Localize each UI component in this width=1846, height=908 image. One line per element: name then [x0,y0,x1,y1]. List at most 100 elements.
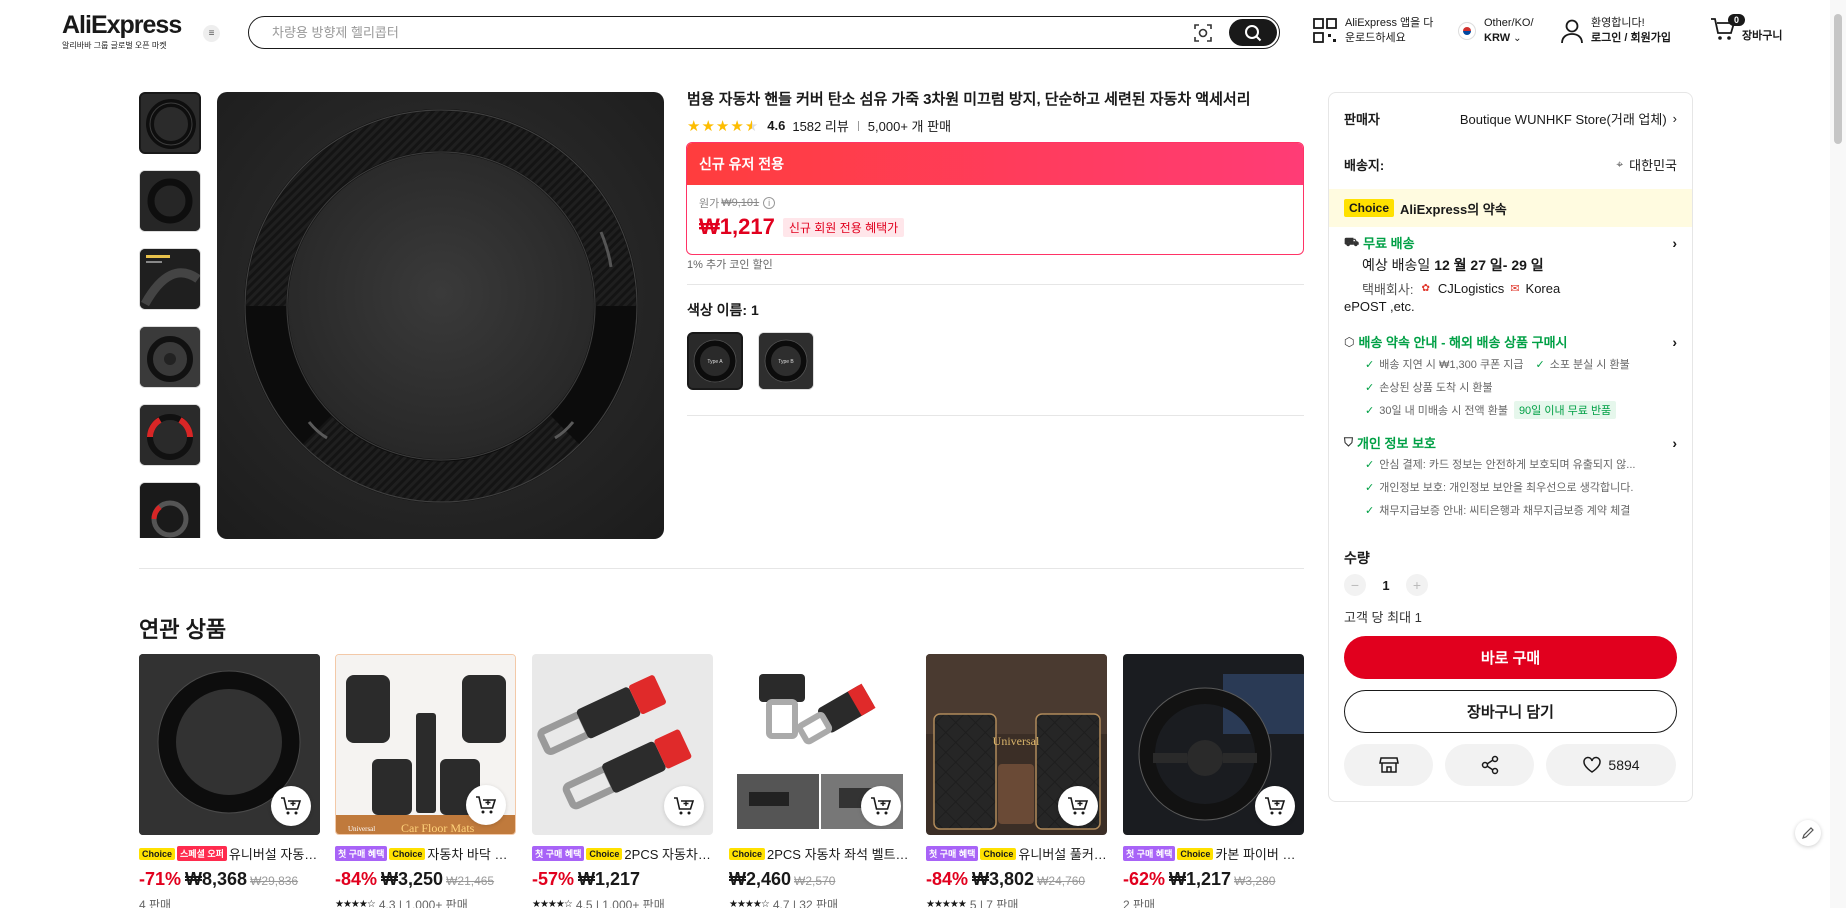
color-swatch-2[interactable]: Type B [758,332,814,390]
thumbnail-1[interactable] [139,92,201,154]
price-tag: 신규 회원 전용 혜택가 [782,217,905,237]
add-to-cart-button[interactable] [664,786,704,826]
privacy-1: 안심 결제: 카드 정보는 안전하게 보호되며 유출되지 않... [1379,459,1636,471]
coin-discount-note: 1% 추가 코인 할인 [687,259,773,271]
thumbnail-2[interactable] [139,170,201,232]
logo-text: AliExpress [62,11,182,39]
add-to-cart-button[interactable] [1058,786,1098,826]
product-meta: 5 | 7 판매 [969,898,1019,908]
image-search-icon[interactable] [1193,23,1213,43]
related-product-card[interactable]: Universal 첫 구매 혜택 Choice 유니버설 풀커버 바닥 매트 … [926,654,1107,908]
app-line-2: 운로드하세요 [1345,32,1406,44]
product-name[interactable]: 자동차 바닥 매트 [427,844,516,863]
ship-to-country: 대한민국 [1629,158,1677,173]
account-menu[interactable]: 환영합니다! 로그인 / 회원가입 [1560,16,1671,46]
product-meta: 4 판매 [139,898,172,908]
price: ₩8,368 [185,869,248,889]
mini-stars: ★★★★☆ [729,899,770,908]
first-purchase-tag: 첫 구매 혜택 [1123,846,1176,861]
cart-plus-icon [1068,797,1089,815]
color-label: 색상 이름: 1 [687,302,759,318]
increase-button[interactable]: + [1406,574,1428,596]
product-name[interactable]: 카본 파이버 핸들 커버 [1215,844,1304,863]
add-to-cart-button[interactable] [466,785,506,825]
divider [687,415,1304,416]
carrier-2: Korea [1525,281,1561,296]
choice-tag: Choice [586,847,623,860]
rating-value: 4.6 [767,118,786,133]
chevron-right-icon: › [1672,434,1677,451]
discount: -62% [1123,869,1166,889]
free-shipping-row[interactable]: ⛟ 무료 배송 › [1344,233,1677,252]
category-menu-icon[interactable]: ≡ [203,25,220,42]
product-name[interactable]: 2PCS 자동차 안전벨트 [624,844,713,863]
product-image[interactable] [532,654,713,835]
quantity-value[interactable]: 1 [1366,578,1406,593]
store-button[interactable] [1344,744,1433,786]
related-product-card[interactable]: Universal Car Floor Mats 첫 구매 혜택 Choice … [335,654,516,908]
thumbnail-5[interactable] [139,404,201,466]
add-to-cart-button[interactable] [1255,786,1295,826]
wishlist-count: 5894 [1608,757,1640,773]
product-image[interactable]: Universal [926,654,1107,835]
wishlist-button[interactable]: 5894 [1546,744,1676,786]
thumbnail-3[interactable] [139,248,201,310]
choice-tag: Choice [139,847,176,860]
old-price: ₩3,280 [1234,874,1276,888]
old-price: ₩2,570 [794,874,836,888]
add-to-cart-button[interactable] [271,786,311,826]
mini-stars: ★★★★☆ [335,899,376,908]
thumbnail-6[interactable] [139,482,201,538]
color-swatch-1[interactable]: Type A [687,332,743,390]
related-product-card[interactable]: Choice 2PCS 자동차 좌석 벨트 클립 ₩2,460 ₩2,570 ★… [729,654,910,908]
share-icon [1481,755,1498,775]
search-input[interactable] [249,25,1193,40]
product-image[interactable]: Universal Car Floor Mats [335,654,516,835]
region-selector[interactable]: Other/KO/ KRW ⌄ [1458,16,1534,46]
thumbnail-4[interactable] [139,326,201,388]
product-name[interactable]: 2PCS 자동차 좌석 벨트 클립 [767,844,910,863]
product-image[interactable] [139,654,320,835]
login-signup-link[interactable]: 로그인 / 회원가입 [1591,32,1671,44]
product-image[interactable] [729,654,910,835]
choice-tag: Choice [980,847,1017,860]
product-name[interactable]: 유니버설 풀커버 바닥 매트 [1018,844,1107,863]
ship-to-row[interactable]: 배송지: ⌖ 대한민국 [1344,155,1677,174]
share-button[interactable] [1445,744,1534,786]
welcome-text: 환영합니다! [1591,17,1645,29]
download-app[interactable]: AliExpress 앱을 다 운로드하세요 [1313,16,1433,46]
product-name[interactable]: 유니버설 자동차 핸들 커버 [229,844,320,863]
search-button[interactable] [1229,19,1277,46]
qr-code-icon [1313,18,1337,43]
related-product-card[interactable]: 첫 구매 혜택 Choice 2PCS 자동차 안전벨트 -57% ₩1,217… [532,654,713,908]
add-to-cart-button[interactable] [861,786,901,826]
carrier-3: ePOST ,etc. [1344,299,1415,314]
main-product-image[interactable] [217,92,664,539]
scrollbar-thumb[interactable] [1834,14,1842,144]
search-icon [1245,24,1262,41]
related-product-card[interactable]: 첫 구매 혜택 Choice 카본 파이버 핸들 커버 -62% ₩1,217 … [1123,654,1304,908]
promise-line: ✓ 손상된 상품 도착 시 환불 [1365,379,1493,395]
info-icon[interactable]: i [763,197,776,209]
add-to-cart-button[interactable]: 장바구니 담기 [1344,690,1677,733]
cart-link[interactable]: 0 장바구니 [1710,14,1782,47]
feedback-edit-button[interactable] [1795,820,1821,846]
cart-plus-icon [476,796,497,814]
chevron-right-icon: › [1672,333,1677,350]
cart-plus-icon [871,797,892,815]
review-count[interactable]: 1582 리뷰 [792,116,848,135]
product-image[interactable] [1123,654,1304,835]
privacy-row[interactable]: ⛉ 개인 정보 보호 › [1344,433,1677,452]
product-meta: 2 판매 [1123,898,1156,908]
page-scrollbar[interactable] [1830,0,1846,908]
seller-name[interactable]: Boutique WUNHKF Store(거래 업체) [1460,109,1667,128]
delivery-promise-row[interactable]: ⬡ 배송 약속 안내 - 해외 배송 상품 구매시 › [1344,332,1677,351]
choice-tag: Choice [729,847,766,860]
delivery-dates: 12 월 27 일- 29 일 [1434,257,1544,273]
seller-row[interactable]: 판매자 Boutique WUNHKF Store(거래 업체) › [1344,109,1677,128]
check-icon: ✓ [1365,381,1375,394]
decrease-button[interactable]: − [1344,574,1366,596]
aliexpress-logo[interactable]: AliExpress 알리바바 그룹 글로벌 오픈 마켓 [62,12,192,51]
related-product-card[interactable]: Choice 스페셜 오퍼 유니버설 자동차 핸들 커버 -71% ₩8,368… [139,654,320,908]
buy-now-button[interactable]: 바로 구매 [1344,636,1677,679]
